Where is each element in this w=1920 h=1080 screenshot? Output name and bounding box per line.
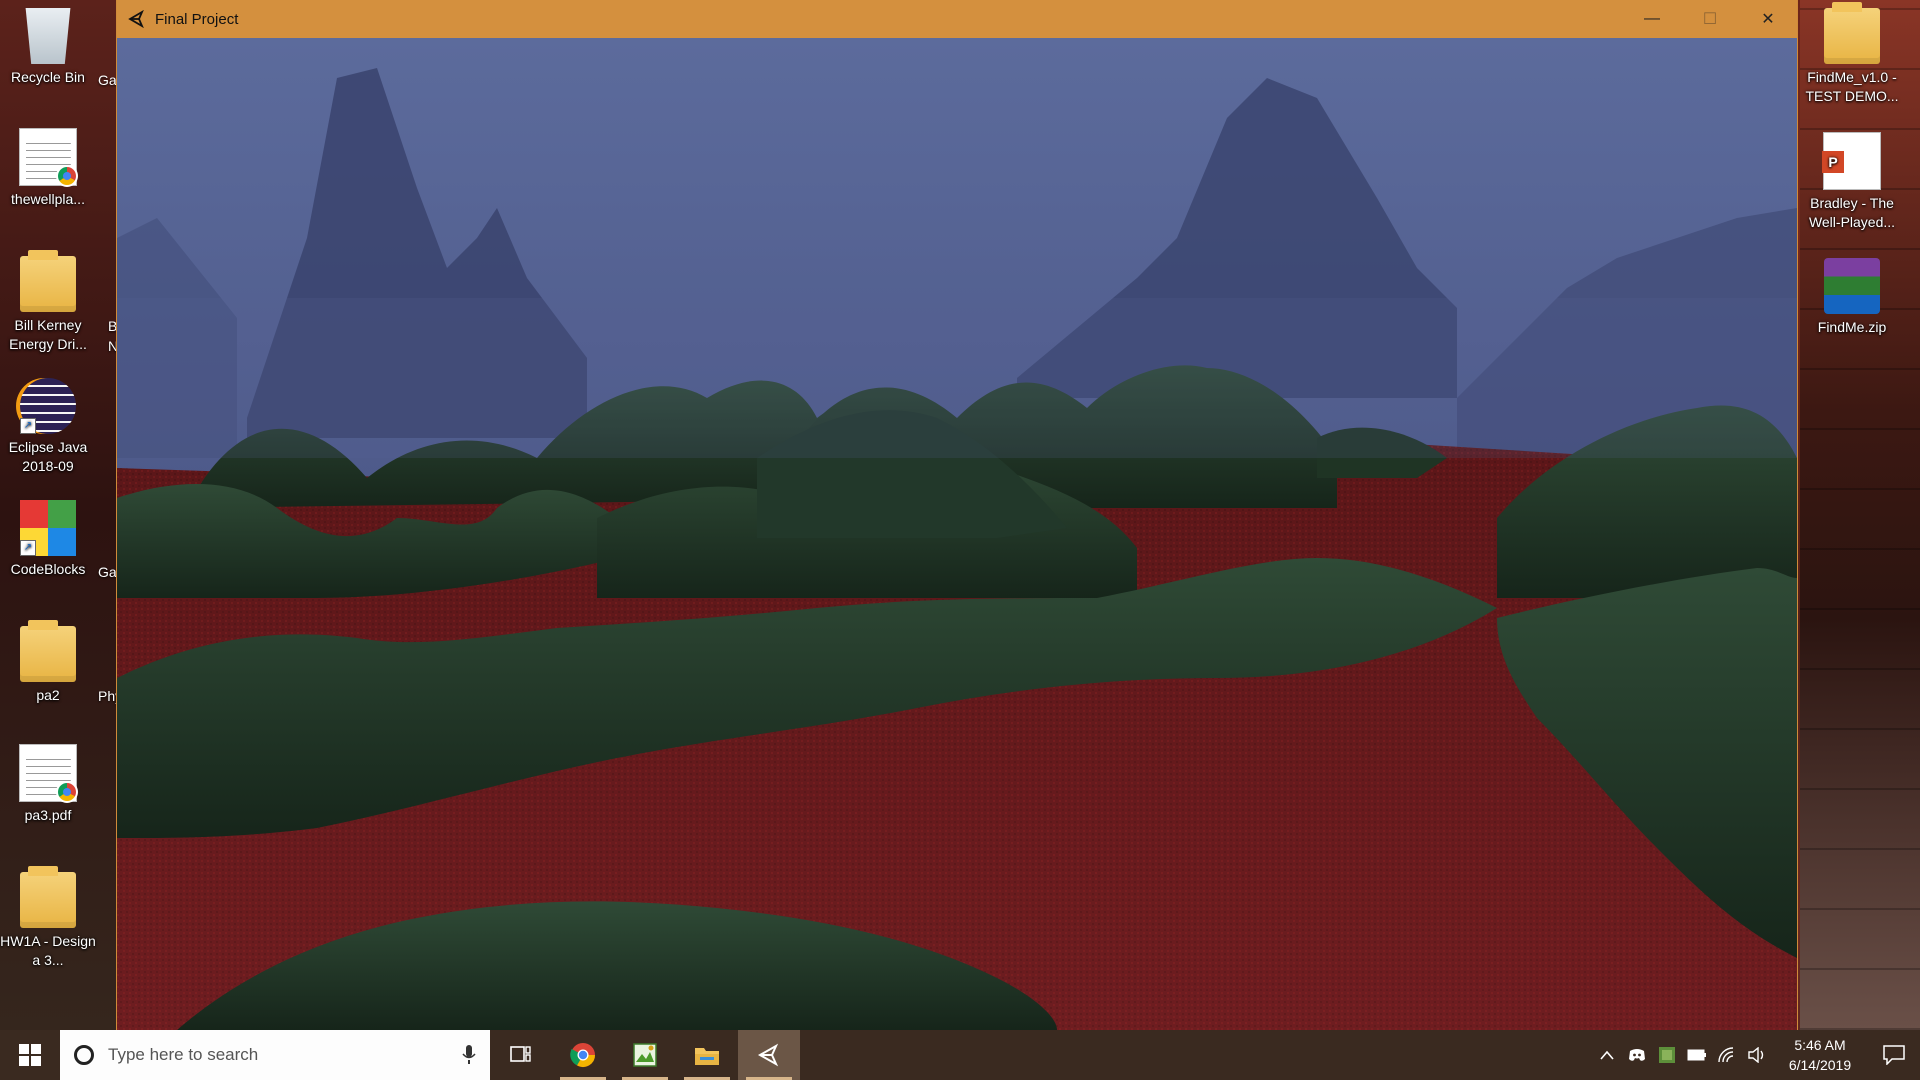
winrar-archive-icon — [1824, 258, 1880, 314]
desktop-icon-label: CodeBlocks — [10, 561, 86, 577]
unity-icon — [127, 9, 147, 29]
desktop-icon-label: pa2 — [36, 687, 60, 703]
taskbar-file-explorer[interactable] — [676, 1030, 738, 1080]
folder-icon — [20, 866, 76, 928]
taskbar-unity[interactable] — [738, 1030, 800, 1080]
discord-tray-button[interactable] — [1622, 1030, 1652, 1080]
wifi-icon — [1718, 1047, 1734, 1063]
volume-tray-button[interactable] — [1742, 1030, 1772, 1080]
chrome-icon — [570, 1043, 595, 1068]
cortana-icon — [74, 1045, 94, 1065]
powerpoint-icon — [1822, 132, 1881, 190]
eclipse-icon: ↗ — [20, 378, 76, 434]
clock-time: 5:46 AM — [1794, 1037, 1846, 1053]
window-titlebar[interactable]: Final Project — ☐ ✕ — [117, 0, 1797, 38]
desktop-icon-pa2[interactable]: pa2 — [0, 620, 96, 705]
start-button[interactable] — [0, 1030, 60, 1080]
close-icon: ✕ — [1761, 11, 1775, 28]
pdf-document-icon — [19, 744, 78, 803]
desktop-icon-eclipse[interactable]: ↗ Eclipse Java 2018-09 — [0, 378, 96, 476]
maximize-button[interactable]: ☐ — [1681, 0, 1739, 38]
fog-layer — [117, 298, 1797, 458]
desktop-icon-hw1a[interactable]: HW1A - Design a 3... — [0, 866, 96, 970]
terrain-scene — [117, 38, 1797, 1030]
system-clock[interactable]: 5:46 AM 6/14/2019 — [1772, 1035, 1868, 1075]
desktop-icon-label: Bradley - The Well-Played... — [1808, 195, 1896, 230]
search-box[interactable]: Type here to search — [60, 1030, 490, 1080]
taskbar-image-editor[interactable] — [614, 1030, 676, 1080]
unity-icon — [757, 1043, 779, 1067]
task-view-icon — [510, 1046, 531, 1062]
desktop-icon-recycle-bin[interactable]: Recycle Bin — [0, 8, 96, 87]
action-center-button[interactable] — [1868, 1030, 1920, 1080]
battery-icon — [1687, 1049, 1706, 1061]
desktop-icon-bradley-ppt[interactable]: Bradley - The Well-Played... — [1802, 132, 1902, 232]
battery-tray-button[interactable] — [1682, 1030, 1712, 1080]
window-title: Final Project — [155, 10, 239, 28]
codeblocks-icon: ↗ — [20, 500, 76, 556]
app-tray-icon — [1659, 1047, 1675, 1063]
recycle-bin-icon — [25, 8, 71, 64]
chrome-document-icon — [19, 128, 78, 187]
close-button[interactable]: ✕ — [1739, 0, 1797, 38]
speaker-icon — [1748, 1047, 1764, 1063]
desktop-icon-label: pa3.pdf — [24, 807, 72, 823]
system-tray: 5:46 AM 6/14/2019 — [1592, 1030, 1920, 1080]
nvidia-tray-button[interactable] — [1652, 1030, 1682, 1080]
folder-icon — [20, 250, 76, 312]
desktop-icon-findme-folder[interactable]: FindMe_v1.0 - TEST DEMO... — [1802, 2, 1902, 106]
desktop-icon-label: FindMe_v1.0 - TEST DEMO... — [1805, 69, 1899, 104]
network-tray-button[interactable] — [1712, 1030, 1742, 1080]
folder-icon — [20, 620, 76, 682]
desktop-icon-thewellplayed[interactable]: thewellpla... — [0, 128, 96, 209]
taskbar-chrome[interactable] — [552, 1030, 614, 1080]
desktop-icon-label: HW1A - Design a 3... — [0, 933, 96, 968]
image-editor-icon — [633, 1043, 657, 1067]
folder-icon — [695, 1048, 719, 1065]
discord-icon — [1629, 1049, 1645, 1061]
desktop-icon-label: Eclipse Java 2018-09 — [8, 439, 88, 474]
partial-desktop-label: B — [108, 318, 118, 334]
taskbar: Type here to search 5:46 AM 6/14/2019 — [0, 1030, 1920, 1080]
microphone-icon[interactable] — [462, 1045, 476, 1070]
desktop-icon-bill-kerney[interactable]: Bill Kerney Energy Dri... — [0, 250, 96, 354]
maximize-icon: ☐ — [1702, 11, 1718, 28]
notification-icon — [1883, 1045, 1905, 1065]
minimize-icon: — — [1644, 10, 1660, 27]
desktop-icon-label: thewellpla... — [11, 191, 85, 207]
desktop-icon-label: Recycle Bin — [11, 69, 85, 85]
clock-date: 6/14/2019 — [1788, 1057, 1852, 1073]
folder-icon — [1824, 2, 1880, 64]
chevron-up-icon — [1600, 1050, 1614, 1060]
task-view-button[interactable] — [490, 1030, 552, 1080]
desktop-icon-findme-zip[interactable]: FindMe.zip — [1802, 258, 1902, 337]
show-hidden-icons-button[interactable] — [1592, 1030, 1622, 1080]
partial-desktop-label: Ga — [98, 564, 117, 580]
search-placeholder: Type here to search — [108, 1045, 259, 1064]
final-project-window: Final Project — ☐ ✕ — [117, 0, 1797, 1030]
desktop-icon-codeblocks[interactable]: ↗ CodeBlocks — [0, 500, 96, 579]
desktop-icon-label: FindMe.zip — [1817, 319, 1887, 335]
desktop-icon-label: Bill Kerney Energy Dri... — [9, 317, 87, 352]
minimize-button[interactable]: — — [1623, 0, 1681, 38]
windows-icon — [19, 1044, 41, 1066]
desktop-icon-pa3-pdf[interactable]: pa3.pdf — [0, 744, 96, 825]
partial-desktop-label: Ga — [98, 72, 117, 88]
game-viewport[interactable] — [117, 38, 1797, 1030]
window-controls: — ☐ ✕ — [1623, 0, 1797, 38]
